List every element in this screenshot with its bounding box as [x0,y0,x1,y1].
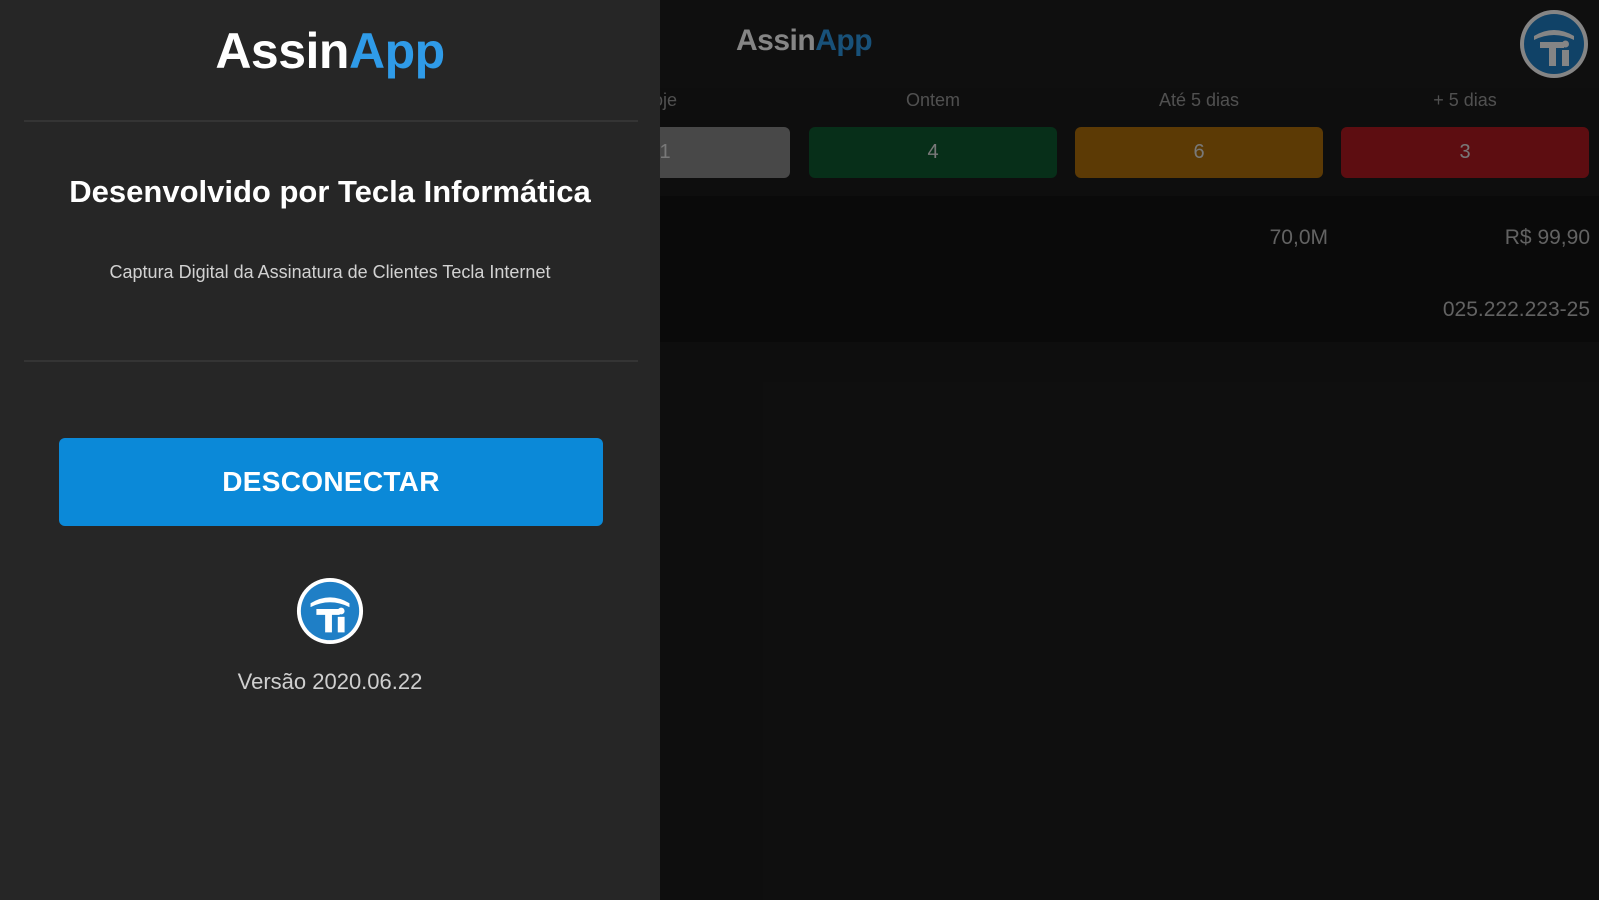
divider-bottom [24,360,638,362]
developer-title: Desenvolvido por Tecla Informática [69,174,591,209]
divider-top [24,120,638,122]
version-label: Versão 2020.06.22 [237,669,423,694]
disconnect-button[interactable]: DESCONECTAR [59,438,603,526]
tecla-logo-icon [296,577,364,645]
developer-subtitle: Captura Digital da Assinatura de Cliente… [109,262,551,282]
navigation-drawer: AssinApp Desenvolvido por Tecla Informát… [0,0,660,900]
drawer-brand-logo: AssinApp [215,23,445,79]
